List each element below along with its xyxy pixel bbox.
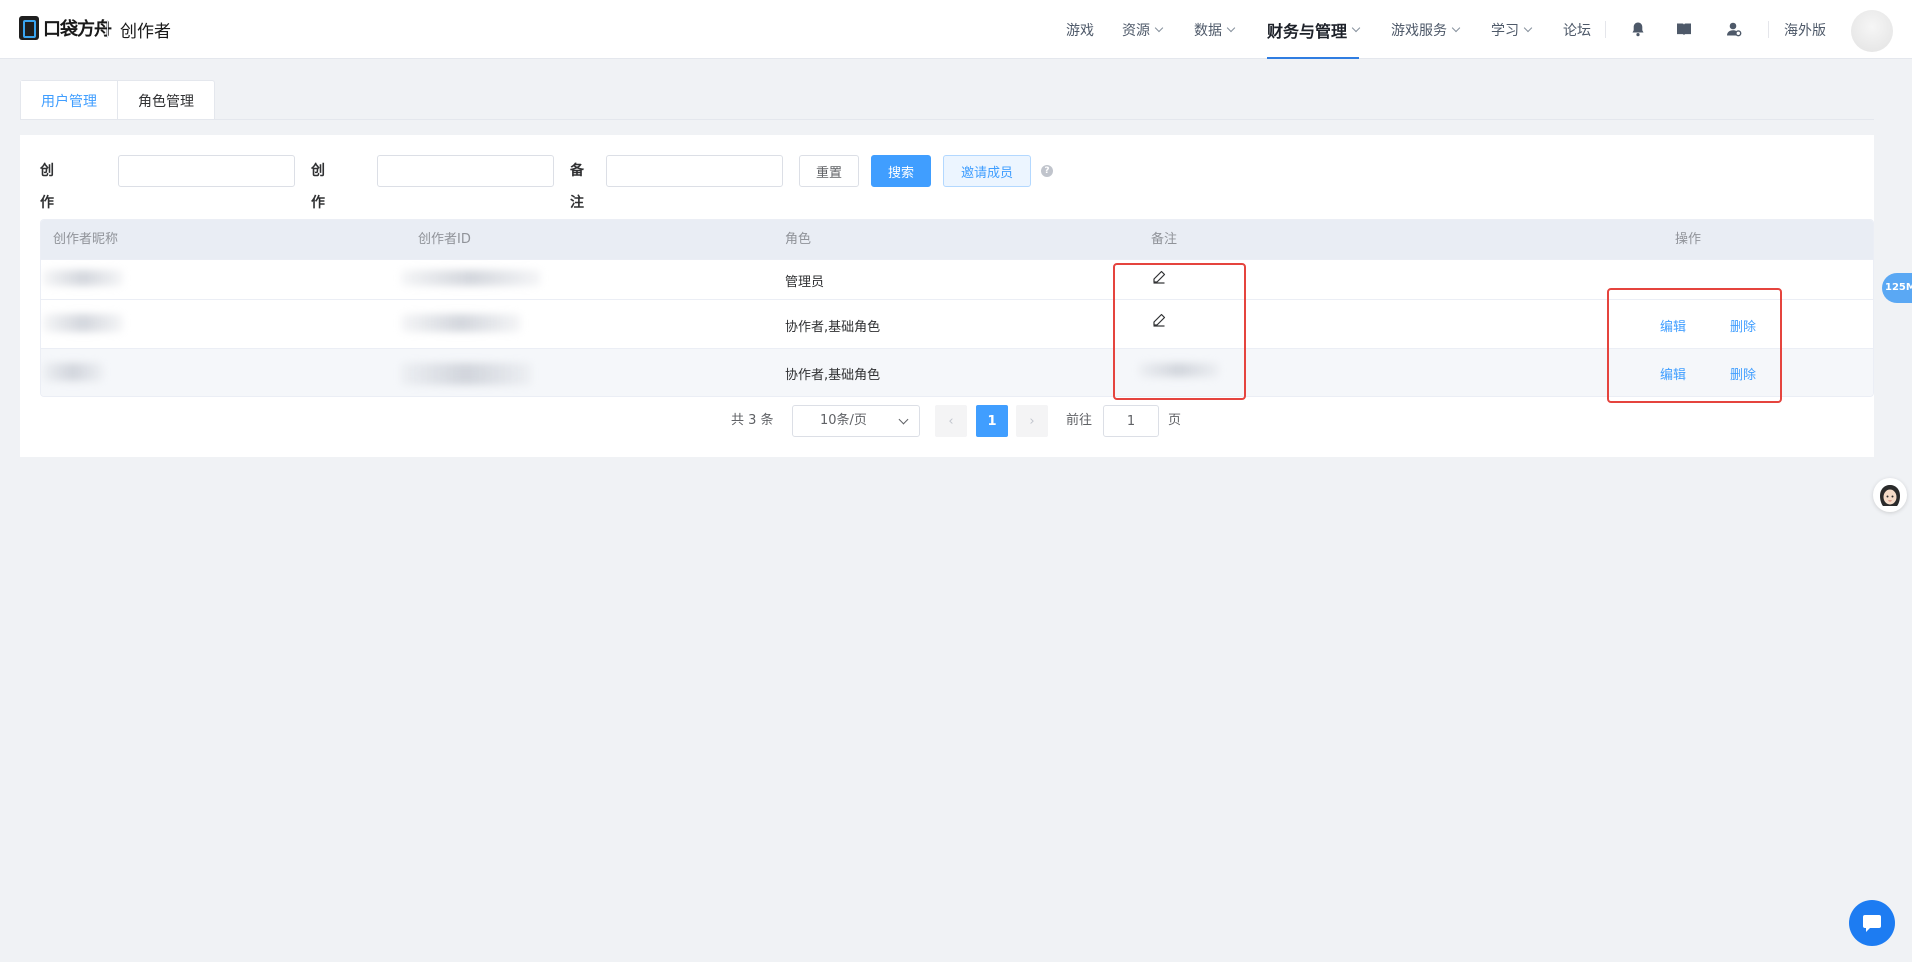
role-cell: 管理员 xyxy=(785,275,825,290)
nickname-input[interactable] xyxy=(118,155,295,187)
user-settings-icon[interactable] xyxy=(1725,20,1743,38)
nav-divider xyxy=(1605,21,1606,38)
column-header-creator-id: 创作者ID xyxy=(418,232,471,247)
edit-link[interactable]: 编辑 xyxy=(1660,316,1686,335)
column-header-remark: 备注 xyxy=(1151,232,1178,247)
nav-item-game-services[interactable]: 游戏服务 xyxy=(1391,0,1461,59)
tab-label: 用户管理 xyxy=(41,93,97,110)
nav-item-label: 学习 xyxy=(1491,22,1519,39)
nickname-label: 创作者昵称 xyxy=(40,163,54,307)
chevron-down-icon xyxy=(1523,23,1533,33)
nav-item-forum[interactable]: 论坛 xyxy=(1563,0,1591,59)
chevron-down-icon xyxy=(1451,23,1461,33)
goto-label: 前往 xyxy=(1066,413,1093,428)
nav-item-finance-management[interactable]: 财务与管理 xyxy=(1267,0,1361,59)
user-avatar[interactable] xyxy=(1851,10,1893,52)
page-size-select[interactable]: 10条/页 xyxy=(792,405,920,437)
nav-item-label: 游戏 xyxy=(1066,22,1094,39)
page-number-current[interactable]: 1 xyxy=(976,405,1008,437)
edit-remark-icon[interactable] xyxy=(1152,313,1166,327)
nickname-cell-redacted xyxy=(43,363,103,381)
nav-item-label: 论坛 xyxy=(1563,22,1591,39)
overseas-version-label: 海外版 xyxy=(1784,22,1826,39)
nav-item-label: 数据 xyxy=(1194,22,1222,39)
next-page-button[interactable]: › xyxy=(1016,405,1048,437)
role-cell: 协作者,基础角色 xyxy=(785,368,881,383)
pagination: 共 3 条 10条/页 ‹ 1 › 前往 页 xyxy=(20,405,1874,437)
app-title: 创作者 xyxy=(120,22,171,42)
page-suffix-label: 页 xyxy=(1168,413,1182,428)
remark-input[interactable] xyxy=(606,155,783,187)
chevron-down-icon xyxy=(1154,23,1164,33)
edit-link[interactable]: 编辑 xyxy=(1660,364,1686,383)
table-row: 协作者,基础角色 编辑 删除 xyxy=(41,349,1873,396)
goto-page-input[interactable] xyxy=(1103,405,1159,437)
column-header-nickname: 创作者昵称 xyxy=(53,232,119,247)
creator-id-label: 创作者ID xyxy=(311,163,328,275)
nav-item-label: 游戏服务 xyxy=(1391,22,1447,39)
creator-id-cell-redacted xyxy=(401,363,531,385)
chat-support-button[interactable] xyxy=(1849,900,1895,946)
edit-remark-icon[interactable] xyxy=(1152,270,1166,284)
chevron-down-icon xyxy=(1351,23,1361,33)
chat-bubble-icon xyxy=(1863,915,1881,932)
assistant-face-icon xyxy=(1875,480,1905,510)
nav-divider xyxy=(1768,21,1769,38)
creator-id-cell-redacted xyxy=(401,270,541,286)
nickname-cell-redacted xyxy=(43,314,123,332)
top-header: 口袋方舟 创作者 游戏 资源 数据 财务与管理 游戏服务 学习 论坛 海外版 xyxy=(0,0,1912,59)
nav-item-resources[interactable]: 资源 xyxy=(1122,0,1164,59)
book-icon[interactable] xyxy=(1675,20,1693,38)
tab-role-management[interactable]: 角色管理 xyxy=(117,81,214,120)
logo-divider xyxy=(107,20,108,38)
delete-link[interactable]: 删除 xyxy=(1730,316,1756,335)
memory-badge[interactable]: 125M xyxy=(1882,273,1912,303)
prev-page-button[interactable]: ‹ xyxy=(935,405,967,437)
pagination-total: 共 3 条 xyxy=(731,413,774,428)
nav-item-learning[interactable]: 学习 xyxy=(1491,0,1533,59)
nav-item-games[interactable]: 游戏 xyxy=(1066,0,1094,59)
logo-mark-icon xyxy=(19,16,39,40)
overseas-version-link[interactable]: 海外版 xyxy=(1784,0,1826,59)
column-header-role: 角色 xyxy=(785,232,812,247)
creator-id-input[interactable] xyxy=(377,155,554,187)
tab-user-management[interactable]: 用户管理 xyxy=(21,81,117,120)
remark-cell-redacted xyxy=(1139,363,1219,377)
page-size-value: 10条/页 xyxy=(820,413,867,428)
invite-member-button[interactable]: 邀请成员 xyxy=(943,155,1031,187)
brand-logo[interactable]: 口袋方舟 xyxy=(19,15,112,41)
help-icon[interactable]: ? xyxy=(1041,165,1053,177)
logo-text: 口袋方舟 xyxy=(43,19,112,40)
nav-item-data[interactable]: 数据 xyxy=(1194,0,1236,59)
reset-button[interactable]: 重置 xyxy=(799,155,859,187)
delete-link[interactable]: 删除 xyxy=(1730,364,1756,383)
creator-id-cell-redacted xyxy=(401,314,521,332)
table-header: 创作者昵称 创作者ID 角色 备注 操作 xyxy=(41,220,1873,260)
role-cell: 协作者,基础角色 xyxy=(785,320,881,335)
tab-label: 角色管理 xyxy=(138,93,194,110)
nickname-cell-redacted xyxy=(43,270,123,286)
remark-label: 备注 xyxy=(570,163,584,211)
nav-item-label: 财务与管理 xyxy=(1267,21,1348,41)
content-card: 创作者昵称 创作者ID 备注 重置 搜索 邀请成员 ? 创作者昵称 创作者ID … xyxy=(20,135,1874,457)
table-row: 协作者,基础角色 编辑 删除 xyxy=(41,300,1873,349)
assistant-avatar[interactable] xyxy=(1873,478,1907,512)
column-header-actions: 操作 xyxy=(1675,232,1702,247)
nav-item-label: 资源 xyxy=(1122,22,1150,39)
table-row: 管理员 xyxy=(41,260,1873,300)
chevron-down-icon xyxy=(1226,23,1236,33)
chevron-down-icon xyxy=(898,414,909,425)
page-tabs: 用户管理 角色管理 xyxy=(20,80,215,120)
tabs-divider xyxy=(20,119,1874,120)
bell-icon[interactable] xyxy=(1629,20,1647,38)
search-button[interactable]: 搜索 xyxy=(871,155,931,187)
members-table: 创作者昵称 创作者ID 角色 备注 操作 管理员 协作者,基础角色 编辑 删除 … xyxy=(40,219,1874,397)
